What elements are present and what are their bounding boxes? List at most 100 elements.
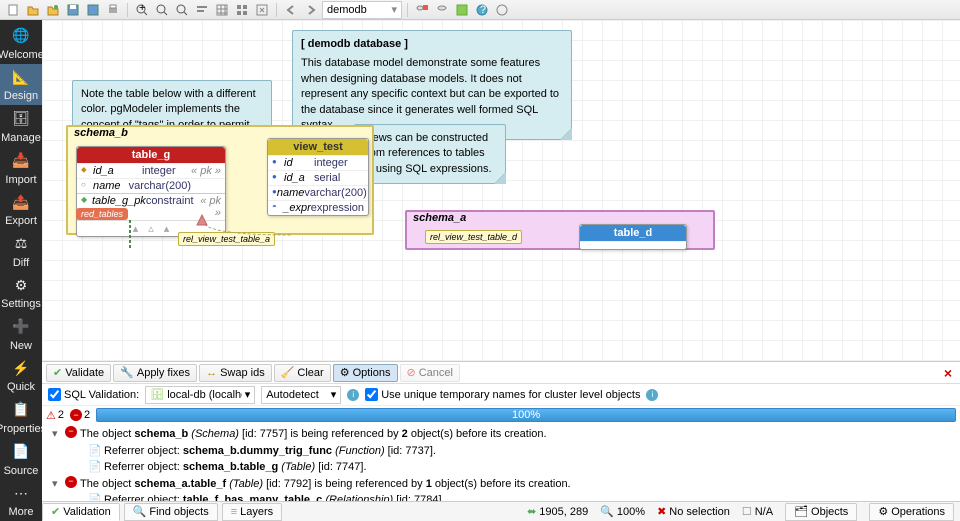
tree-text: Referrer object: table_f_has_many_table_… — [104, 492, 445, 501]
db2-icon[interactable] — [433, 2, 451, 18]
status-zoom: 🔍100% — [600, 505, 645, 518]
view-test[interactable]: view_test ●idinteger ●id_aserial ●nameva… — [267, 138, 369, 216]
clear-button[interactable]: 🧹Clear — [274, 364, 331, 382]
nav-next-icon[interactable] — [302, 2, 320, 18]
import-icon: 📥 — [10, 150, 32, 172]
sidebar: 🌐Welcome 📐Design 🗄Manage 📥Import 📤Export… — [0, 20, 42, 521]
note-title: [ demodb database ] — [301, 37, 563, 52]
info-icon[interactable]: i — [646, 389, 658, 401]
tree-text: Referrer object: schema_b.table_g (Table… — [104, 459, 367, 476]
align-icon[interactable] — [193, 2, 211, 18]
db-selector-dropdown[interactable]: demodb▾ — [322, 1, 402, 19]
more-icon: ⋯ — [10, 482, 32, 504]
options-button[interactable]: ⚙Options — [333, 364, 398, 382]
tree-row[interactable]: 📄Referrer object: schema_b.table_g (Tabl… — [46, 459, 956, 476]
apply-fixes-button[interactable]: 🔧Apply fixes — [113, 364, 197, 382]
info-icon[interactable]: i — [347, 389, 359, 401]
tree-row[interactable]: ▾−The object schema_b (Schema) [id: 7757… — [46, 426, 956, 443]
key-icon: ⬥ — [81, 165, 93, 177]
sidebar-item-more[interactable]: ⋯More — [0, 479, 42, 521]
sidebar-item-design[interactable]: 📐Design — [0, 64, 42, 106]
note-views[interactable]: Views can be constructed from references… — [354, 124, 506, 184]
top-toolbar: + demodb▾ ? — [0, 0, 960, 20]
sidebar-item-settings[interactable]: ⚙Settings — [0, 271, 42, 313]
tree-row[interactable]: 📄Referrer object: table_f_has_many_table… — [46, 492, 956, 501]
sidebar-item-manage[interactable]: 🗄Manage — [0, 105, 42, 147]
sidebar-item-quick[interactable]: ⚡Quick — [0, 355, 42, 397]
tab-find-objects[interactable]: 🔍Find objects — [124, 503, 218, 521]
tree-toggle-icon[interactable]: ▾ — [52, 426, 62, 443]
tree-row[interactable]: ▾−The object schema_a.table_f (Table) [i… — [46, 476, 956, 493]
tree-text: The object schema_b (Schema) [id: 7757] … — [80, 426, 547, 443]
sidebar-item-export[interactable]: 📤Export — [0, 188, 42, 230]
validation-tree[interactable]: ▾−The object schema_b (Schema) [id: 7757… — [42, 424, 960, 501]
close-icon[interactable]: × — [940, 365, 956, 381]
tab-validation[interactable]: ✔Validation — [42, 503, 120, 521]
schema-label: schema_a — [413, 212, 466, 224]
save-as-icon[interactable] — [84, 2, 102, 18]
rel-label-1[interactable]: rel_view_test_table_a — [178, 232, 275, 246]
schema-label: schema_b — [74, 127, 128, 139]
tab-layers[interactable]: ≡Layers — [222, 503, 282, 521]
sidebar-item-source[interactable]: 📄Source — [0, 438, 42, 480]
zoom-in-icon[interactable]: + — [133, 2, 151, 18]
sidebar-item-properties[interactable]: 📋Properties — [0, 396, 42, 438]
swap-ids-button[interactable]: ↔Swap ids — [199, 364, 272, 382]
table-header: table_g — [77, 147, 225, 163]
sidebar-item-welcome[interactable]: 🌐Welcome — [0, 22, 42, 64]
quick-icon: ⚡ — [10, 357, 32, 379]
manage-icon: 🗄 — [10, 108, 32, 130]
design-icon: 📐 — [10, 66, 32, 88]
tree-text: The object schema_a.table_f (Table) [id:… — [80, 476, 571, 493]
validate-button[interactable]: ✔Validate — [46, 364, 111, 382]
sql-validation-checkbox[interactable]: SQL Validation: — [48, 388, 139, 401]
table-g[interactable]: table_g ⬥id_ainteger« pk » ○namevarchar(… — [76, 146, 226, 237]
note-text: This database model demonstrate some fea… — [301, 56, 563, 133]
new-file-icon[interactable] — [4, 2, 22, 18]
export-icon: 📤 — [10, 191, 32, 213]
table-header: view_test — [268, 139, 368, 155]
metadata-icon[interactable] — [453, 2, 471, 18]
doc-icon: 📄 — [88, 492, 102, 501]
tree-toggle-icon[interactable]: ▾ — [52, 476, 62, 493]
open-icon[interactable] — [24, 2, 42, 18]
cancel-button[interactable]: ⊘Cancel — [400, 364, 460, 382]
design-canvas[interactable]: Note the table below with a different co… — [42, 20, 960, 361]
zoom-out-icon[interactable] — [153, 2, 171, 18]
expand-icon[interactable] — [253, 2, 271, 18]
grid-on-icon[interactable] — [213, 2, 231, 18]
bottom-bar: ✔Validation 🔍Find objects ≡Layers ⬌1905,… — [42, 501, 960, 521]
doc-icon: 📄 — [88, 443, 102, 460]
col-icon: ● — [272, 172, 284, 184]
validation-toolbar: ✔Validate 🔧Apply fixes ↔Swap ids 🧹Clear … — [42, 362, 960, 384]
sidebar-item-import[interactable]: 📥Import — [0, 147, 42, 189]
error-icon: − — [64, 476, 78, 488]
connection-dropdown[interactable]: 🗄local-db (localhost:5▾ — [145, 386, 255, 404]
progress-bar: 100% — [96, 408, 956, 422]
sidebar-item-diff[interactable]: ⚖Diff — [0, 230, 42, 272]
col-icon: ○ — [81, 180, 93, 192]
zoom-fit-icon[interactable] — [173, 2, 191, 18]
nav-prev-icon[interactable] — [282, 2, 300, 18]
save-icon[interactable] — [64, 2, 82, 18]
col-icon: ● — [272, 157, 284, 169]
tree-row[interactable]: 📄Referrer object: schema_b.dummy_trig_fu… — [46, 443, 956, 460]
tag-red-tables[interactable]: red_tables — [76, 208, 128, 220]
warning-count: ⚠2 — [46, 409, 64, 422]
help-icon[interactable]: ? — [473, 2, 491, 18]
operations-button[interactable]: ⚙Operations — [869, 503, 954, 521]
objects-button[interactable]: 🗂Objects — [785, 503, 857, 521]
table-d[interactable]: table_d — [579, 224, 687, 250]
sidebar-item-new[interactable]: ➕New — [0, 313, 42, 355]
grid-5-icon[interactable] — [233, 2, 251, 18]
recent-icon[interactable] — [44, 2, 62, 18]
status-position: ⬌1905, 289 — [527, 505, 588, 518]
print-icon[interactable] — [104, 2, 122, 18]
unique-names-checkbox[interactable]: Use unique temporary names for cluster l… — [365, 388, 640, 401]
bug-icon[interactable] — [493, 2, 511, 18]
doc-icon: 📄 — [88, 459, 102, 476]
svg-text:?: ? — [480, 4, 486, 16]
rel-label-2[interactable]: rel_view_test_table_d — [425, 230, 522, 244]
db-remove-icon[interactable] — [413, 2, 431, 18]
autodetect-dropdown[interactable]: Autodetect▾ — [261, 386, 341, 404]
